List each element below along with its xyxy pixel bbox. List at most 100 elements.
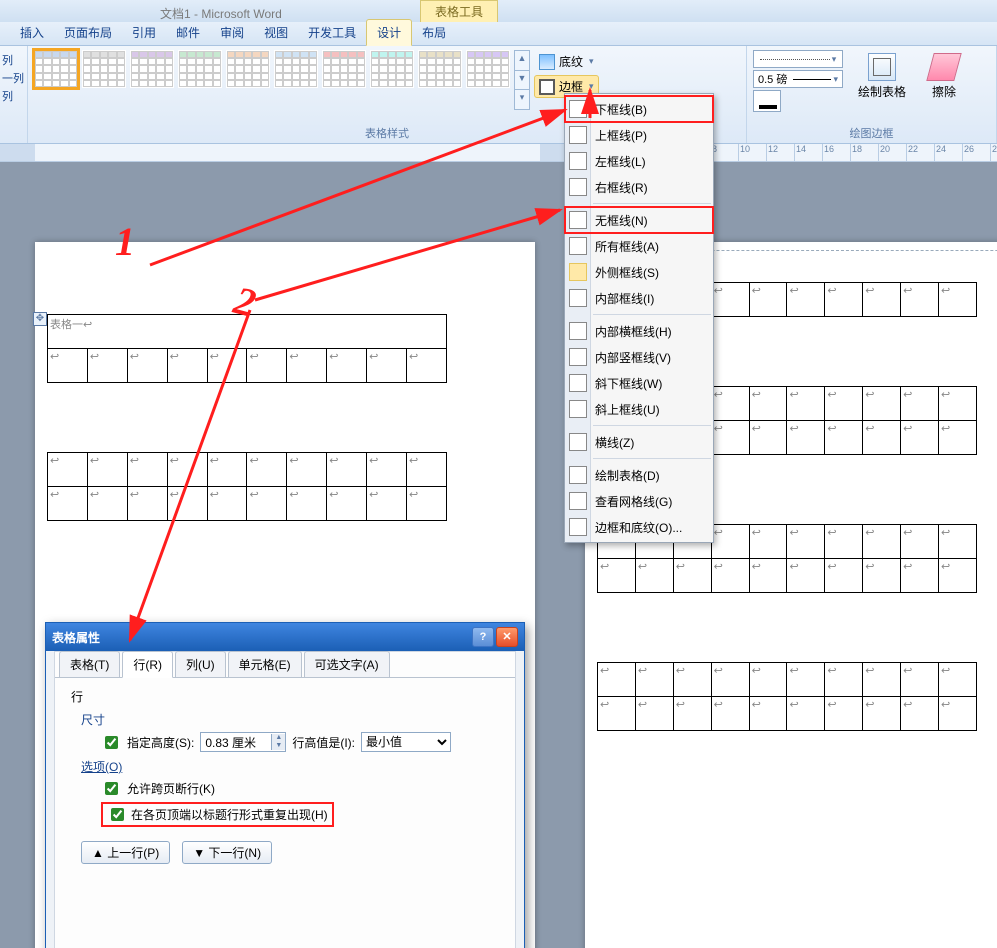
border-type-icon xyxy=(569,518,587,536)
section-size-label: 尺寸 xyxy=(81,711,499,728)
tab-layout[interactable]: 布局 xyxy=(412,20,456,45)
line-weight-select[interactable]: 0.5 磅 xyxy=(753,70,843,88)
border-menu-item[interactable]: 斜下框线(W) xyxy=(565,370,713,396)
shading-icon xyxy=(539,54,555,70)
table-style-thumb[interactable] xyxy=(466,50,510,88)
group-label-draw-borders: 绘图边框 xyxy=(753,125,990,141)
tab-review[interactable]: 审阅 xyxy=(210,20,254,45)
border-menu-item[interactable]: 左框线(L) xyxy=(565,148,713,174)
line-weight-value: 0.5 磅 xyxy=(758,71,787,87)
allow-row-break-checkbox[interactable] xyxy=(105,782,118,795)
tab-view[interactable]: 视图 xyxy=(254,20,298,45)
table-style-thumb[interactable] xyxy=(418,50,462,88)
table-style-thumb[interactable] xyxy=(226,50,270,88)
tab-design[interactable]: 设计 xyxy=(366,19,412,46)
table-style-thumb[interactable] xyxy=(130,50,174,88)
dialog-body: 表格(T) 行(R) 列(U) 单元格(E) 可选文字(A) 行 尺寸 指定高度… xyxy=(54,651,516,948)
border-menu-item[interactable]: 内部框线(I) xyxy=(565,285,713,311)
document-area[interactable]: ✥ 表格一↩ ↩↩↩↩↩↩↩↩↩↩ ↩↩↩↩↩↩↩↩↩↩ ↩↩↩↩↩↩↩↩↩↩ … xyxy=(0,162,997,948)
tab-references[interactable]: 引用 xyxy=(122,20,166,45)
quick-col-line: 一列 xyxy=(2,70,25,86)
quick-col-line: 列 xyxy=(2,88,25,104)
specify-height-label: 指定高度(S): xyxy=(127,734,194,751)
ruler-tick: 16 xyxy=(822,144,834,161)
border-menu-item[interactable]: 绘制表格(D) xyxy=(565,462,713,488)
eraser-button[interactable]: 擦除 xyxy=(921,50,967,103)
table-style-thumb[interactable] xyxy=(82,50,126,88)
ruler-tick: 26 xyxy=(962,144,974,161)
border-menu-item[interactable]: 内部竖框线(V) xyxy=(565,344,713,370)
border-type-icon xyxy=(569,400,587,418)
dialog-help-button[interactable]: ? xyxy=(472,627,494,647)
contextual-tab-table-tools[interactable]: 表格工具 xyxy=(420,0,498,22)
spin-up[interactable]: ▲ xyxy=(271,734,285,742)
table-move-handle[interactable]: ✥ xyxy=(33,312,47,326)
pen-color-select[interactable] xyxy=(753,90,781,112)
row-height-spinner[interactable]: ▲▼ xyxy=(200,732,286,752)
tab-insert[interactable]: 插入 xyxy=(10,20,54,45)
border-type-icon xyxy=(569,374,587,392)
draw-table-button[interactable]: 绘制表格 xyxy=(849,50,915,103)
repeat-header-checkbox[interactable] xyxy=(111,808,124,821)
border-menu-item[interactable]: 查看网格线(G) xyxy=(565,488,713,514)
border-menu-item[interactable]: 斜上框线(U) xyxy=(565,396,713,422)
table-style-thumb[interactable] xyxy=(178,50,222,88)
dialog-tab-row[interactable]: 行(R) xyxy=(122,651,173,678)
border-menu-item[interactable]: 外侧框线(S) xyxy=(565,259,713,285)
border-type-icon xyxy=(569,322,587,340)
tab-mailings[interactable]: 邮件 xyxy=(166,20,210,45)
row-height-input[interactable] xyxy=(201,733,271,751)
dialog-titlebar[interactable]: 表格属性 ? ✕ xyxy=(46,623,524,651)
table-style-thumb[interactable] xyxy=(274,50,318,88)
group-draw-borders: 0.5 磅 绘制表格 擦除 绘图边框 xyxy=(747,46,997,143)
tab-page-layout[interactable]: 页面布局 xyxy=(54,20,122,45)
dialog-tab-table[interactable]: 表格(T) xyxy=(59,651,120,677)
section-row-label: 行 xyxy=(71,688,499,705)
border-menu-item[interactable]: 所有框线(A) xyxy=(565,233,713,259)
table-1[interactable]: 表格一↩ ↩↩↩↩↩↩↩↩↩↩ ↩↩↩↩↩↩↩↩↩↩ ↩↩↩↩↩↩↩↩↩↩ xyxy=(47,314,447,521)
table-caption-cell[interactable]: 表格一↩ xyxy=(48,315,447,349)
ruler-tick: 22 xyxy=(906,144,918,161)
table-style-thumb[interactable] xyxy=(370,50,414,88)
gallery-more[interactable]: ▾ xyxy=(515,90,529,109)
allow-row-break-label: 允许跨页断行(K) xyxy=(127,780,215,797)
line-style-select[interactable] xyxy=(753,50,843,68)
shading-button[interactable]: 底纹 xyxy=(534,50,599,73)
border-menu-label: 右框线(R) xyxy=(595,179,648,196)
ruler-tick: 24 xyxy=(934,144,946,161)
repeat-header-annotated: 在各页顶端以标题行形式重复出现(H) xyxy=(101,802,334,827)
border-menu-label: 内部横框线(H) xyxy=(595,323,672,340)
border-menu-label: 斜上框线(U) xyxy=(595,401,660,418)
tab-developer[interactable]: 开发工具 xyxy=(298,20,366,45)
dialog-tab-cell[interactable]: 单元格(E) xyxy=(228,651,302,677)
dialog-tab-column[interactable]: 列(U) xyxy=(175,651,226,677)
section-options-label[interactable]: 选项(O) xyxy=(81,758,499,775)
horizontal-ruler[interactable]: 810121416182022242628 xyxy=(0,144,997,162)
table-style-thumb[interactable] xyxy=(34,50,78,88)
border-menu-item[interactable]: 右框线(R) xyxy=(565,174,713,200)
ribbon-tab-strip: 插入 页面布局 引用 邮件 审阅 视图 开发工具 设计 布局 xyxy=(0,22,997,46)
border-menu-item[interactable]: 横线(Z) xyxy=(565,429,713,455)
gallery-scroll[interactable]: ▲ ▼ ▾ xyxy=(514,50,530,110)
border-type-icon xyxy=(569,289,587,307)
border-menu-item[interactable]: 内部横框线(H) xyxy=(565,318,713,344)
border-menu-item[interactable]: 边框和底纹(O)... xyxy=(565,514,713,540)
gallery-scroll-down[interactable]: ▼ xyxy=(515,71,529,91)
border-menu-label: 绘制表格(D) xyxy=(595,467,660,484)
specify-height-checkbox[interactable] xyxy=(105,736,118,749)
border-menu-item[interactable]: 下框线(B) xyxy=(565,96,713,122)
border-menu-label: 上框线(P) xyxy=(595,127,647,144)
border-menu-item[interactable]: 无框线(N) xyxy=(565,207,713,233)
quick-column: 列 一列 列 xyxy=(0,46,28,143)
table-style-thumb[interactable] xyxy=(322,50,366,88)
dialog-close-button[interactable]: ✕ xyxy=(496,627,518,647)
gallery-scroll-up[interactable]: ▲ xyxy=(515,51,529,71)
border-menu-label: 所有框线(A) xyxy=(595,238,659,255)
row-height-mode-select[interactable]: 最小值 xyxy=(361,732,451,752)
border-type-icon xyxy=(569,100,587,118)
dialog-tab-alttext[interactable]: 可选文字(A) xyxy=(304,651,390,677)
next-row-button[interactable]: ▼ 下一行(N) xyxy=(182,841,272,864)
prev-row-button[interactable]: ▲ 上一行(P) xyxy=(81,841,170,864)
border-menu-item[interactable]: 上框线(P) xyxy=(565,122,713,148)
spin-down[interactable]: ▼ xyxy=(271,742,285,750)
